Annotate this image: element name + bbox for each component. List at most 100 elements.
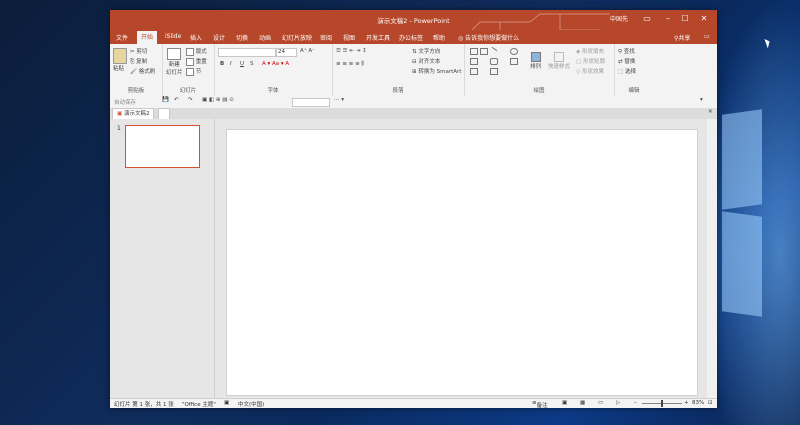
shapes-gallery[interactable] (468, 46, 528, 75)
autosave-toggle[interactable]: 自动保存 (114, 98, 136, 106)
font-size-select[interactable]: 24 (276, 48, 297, 57)
shape-star[interactable] (510, 58, 518, 65)
layout-button[interactable]: 版式 (186, 47, 207, 56)
fit-slide-icon[interactable]: ⊡ (708, 400, 713, 406)
tab-view[interactable]: 视图 (339, 32, 359, 43)
strikethrough-button[interactable]: S (250, 61, 254, 67)
slide-canvas[interactable] (226, 129, 698, 396)
status-bar: 幻灯片 第 1 张，共 1 张 "Office 主题" ▣ 中文(中国) ≡ 备… (110, 398, 717, 408)
tab-slideshow[interactable]: 幻灯片放映 (278, 32, 316, 43)
bullets-icon[interactable]: ☰ ☰ ⇤ ⇥ ↕ (336, 48, 367, 54)
slide-number: 1 (117, 125, 121, 132)
theme-name: "Office 主题" (182, 402, 216, 408)
customize-icons[interactable]: ▣ ◧ ⊕ ▤ ⊙ (202, 97, 234, 103)
select-button[interactable]: ⬚ 选择 (618, 67, 636, 75)
shape-triangle[interactable] (470, 58, 478, 65)
comments-icon[interactable]: ▭ (700, 32, 714, 41)
normal-view-icon[interactable]: ▣ (562, 400, 567, 406)
italic-button[interactable]: I (230, 61, 232, 67)
shape-line[interactable] (488, 46, 498, 56)
tab-developer[interactable]: 开发工具 (362, 32, 394, 43)
title-bar: 演示文稿2 - PowerPoint 中国先 ▭ – ☐ ✕ (110, 10, 717, 40)
user-name[interactable]: 中国先 (610, 14, 628, 23)
notes-button[interactable]: ≡ 备注 (532, 400, 548, 408)
shape-outline-label: 形状轮廓 (582, 59, 605, 65)
tab-design[interactable]: 设计 (209, 32, 229, 43)
shape-oval[interactable] (510, 48, 518, 55)
align-icons[interactable]: ≡ ≡ ≡ ≡ ⫼ (336, 61, 364, 68)
tab-transitions[interactable]: 切换 (232, 32, 252, 43)
shape-brace[interactable] (490, 68, 498, 75)
slideshow-view-icon[interactable]: ▷ (616, 400, 620, 406)
shape-rounded[interactable] (490, 58, 498, 65)
tab-insert[interactable]: 插入 (186, 32, 206, 43)
sorter-view-icon[interactable]: ▦ (580, 400, 585, 406)
shape-rect[interactable] (480, 48, 488, 55)
text-direction-button[interactable]: ⇅ 文字方向 (412, 47, 440, 55)
replace-button[interactable]: ⇄ 替换 (618, 57, 635, 65)
slide-thumbnail[interactable] (125, 125, 200, 168)
minimize-icon[interactable]: – (661, 13, 675, 25)
maximize-icon[interactable]: ☐ (678, 13, 692, 25)
reset-button[interactable]: 重置 (186, 57, 207, 66)
format-painter-button[interactable]: 🖌 格式刷 (130, 67, 155, 75)
section-button[interactable]: 节 (186, 67, 201, 76)
tab-islide[interactable]: iSlide (161, 32, 185, 41)
cut-button[interactable]: ✂ 剪切 (130, 47, 147, 55)
share-label: 共享 (678, 35, 691, 42)
zoom-thumb[interactable] (661, 400, 663, 407)
new-slide-button[interactable]: 新建 幻灯片 (166, 48, 183, 76)
undo-icon[interactable]: ↶ (174, 97, 179, 103)
paste-label: 粘贴 (113, 66, 125, 72)
shape-arrow[interactable] (470, 68, 478, 75)
shape-effects-button[interactable]: ◇ 形状效果 (576, 67, 604, 75)
ribbon-tabs: 文件 开始 iSlide 插入 设计 切换 动画 幻灯片放映 审阅 视图 开发工… (110, 30, 717, 45)
bold-button[interactable]: B (220, 61, 224, 67)
language[interactable]: 中文(中国) (238, 400, 264, 408)
accessibility-icon[interactable]: ▣ (224, 400, 229, 406)
tab-help[interactable]: 帮助 (429, 32, 449, 43)
font-color-icon[interactable]: A ▾ Aa ▾ A (262, 61, 289, 67)
format-painter-label: 格式刷 (138, 69, 156, 75)
underline-button[interactable]: U (240, 61, 244, 67)
section-icon (186, 67, 194, 76)
qat-font-box[interactable] (292, 98, 330, 107)
arrange-button[interactable]: 排列 (530, 52, 541, 70)
qat-more-icon[interactable]: ⋯ ▾ (334, 97, 344, 103)
collapse-ribbon-icon[interactable]: ▾ (700, 97, 703, 103)
close-icon[interactable]: ✕ (697, 13, 711, 25)
tab-close-icon[interactable]: ✕ (708, 109, 713, 115)
tab-file[interactable]: 文件 (112, 32, 132, 43)
content-area: 1 (110, 119, 717, 398)
copy-button[interactable]: ⎘ 复制 (130, 57, 147, 66)
reading-view-icon[interactable]: ▭ (598, 400, 603, 406)
layout-label: 版式 (195, 49, 207, 55)
tab-office-tabs[interactable]: 办公标签 (395, 32, 427, 43)
align-text-button[interactable]: ⊟ 对齐文本 (412, 57, 440, 65)
grow-font-icon[interactable]: A⁺ A⁻ (300, 48, 315, 54)
windows-logo-pane (722, 211, 762, 317)
shape-fill-button[interactable]: ◈ 形状填充 (576, 47, 604, 55)
smartart-button[interactable]: ⊞ 转换为 SmartArt (412, 67, 461, 75)
save-icon[interactable]: 💾 (162, 97, 169, 103)
shape-textbox[interactable] (470, 48, 478, 55)
tell-me-search[interactable]: ◎ 告诉我你想要做什么 (454, 32, 523, 43)
zoom-out-icon[interactable]: – (634, 400, 637, 406)
group-paragraph: ☰ ☰ ⇤ ⇥ ↕ ⇅ 文字方向 ⊟ 对齐文本 ⊞ 转换为 SmartArt ≡… (332, 44, 465, 96)
tab-review[interactable]: 审阅 (316, 32, 336, 43)
redo-icon[interactable]: ↷ (188, 97, 193, 103)
share-button[interactable]: ⚲共享 (670, 32, 694, 43)
tab-home[interactable]: 开始 (137, 31, 158, 45)
zoom-in-icon[interactable]: + (684, 400, 689, 406)
tab-animations[interactable]: 动画 (255, 32, 275, 43)
ribbon-display-icon[interactable]: ▭ (640, 13, 654, 25)
ribbon: 粘贴 ✂ 剪切 ⎘ 复制 🖌 格式刷 剪贴板 新建 幻灯片 版式 重置 节 幻灯片… (110, 44, 717, 97)
quick-styles-button[interactable]: 快速样式 (548, 52, 570, 70)
font-name-select[interactable] (218, 48, 276, 57)
quick-styles-label: 快速样式 (548, 64, 571, 70)
zoom-level[interactable]: 83% (692, 400, 704, 406)
shape-outline-button[interactable]: ▢ 形状轮廓 (576, 57, 605, 65)
find-button[interactable]: ⚲ 查找 (618, 47, 635, 55)
paste-button[interactable]: 粘贴 (113, 48, 127, 72)
vertical-scrollbar[interactable] (707, 119, 717, 398)
